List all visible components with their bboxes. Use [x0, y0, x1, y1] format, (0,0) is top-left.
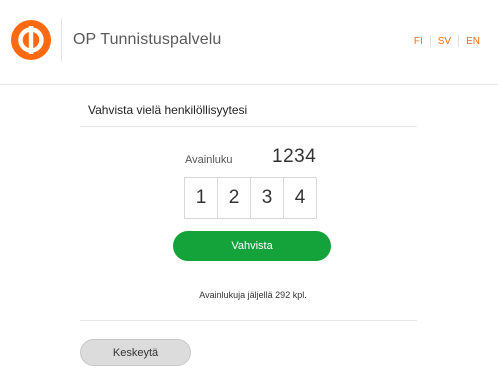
op-logo-icon[interactable] — [11, 20, 51, 60]
language-en[interactable]: EN — [466, 36, 480, 47]
digit-input-2[interactable]: 2 — [217, 177, 251, 219]
app-title: OP Tunnistuspalvelu — [73, 31, 222, 48]
key-number-label: Avainluku — [185, 154, 233, 166]
digit-input-4[interactable]: 4 — [283, 177, 317, 219]
key-number-value: 1234 — [272, 146, 317, 167]
digit-input-1[interactable]: 1 — [184, 177, 218, 219]
language-selector: FI SV EN — [414, 35, 480, 47]
confirm-button[interactable]: Vahvista — [173, 231, 331, 261]
language-separator — [458, 35, 460, 47]
header-divider — [61, 18, 62, 62]
header-bar: OP Tunnistuspalvelu FI SV EN — [0, 0, 498, 85]
divider-bottom — [80, 320, 417, 321]
language-separator — [429, 35, 431, 47]
page-heading: Vahvista vielä henkilöllisyytesi — [88, 103, 248, 117]
digit-input-3[interactable]: 3 — [250, 177, 284, 219]
language-fi[interactable]: FI — [414, 36, 423, 47]
divider-top — [80, 126, 417, 127]
cancel-button[interactable]: Keskeytä — [80, 339, 191, 366]
language-sv[interactable]: SV — [438, 36, 451, 47]
key-digit-inputs: 1 2 3 4 — [184, 177, 317, 219]
remaining-keys-text: Avainlukuja jäljellä 292 kpl. — [199, 290, 307, 300]
